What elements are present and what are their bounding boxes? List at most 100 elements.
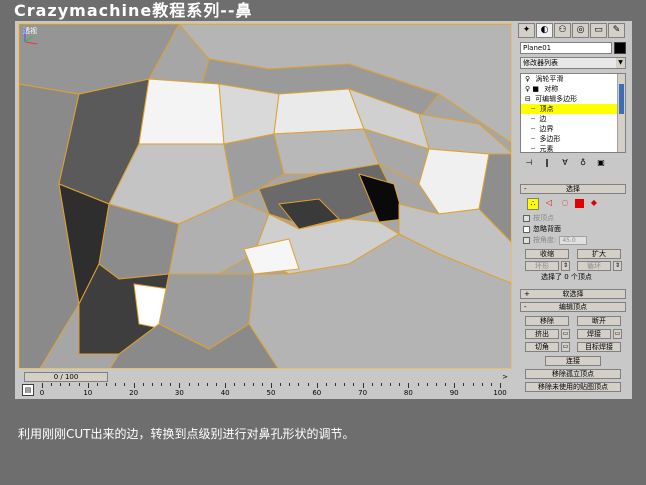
track-bar[interactable]: ▤ 0 10 20 30 40 50 60 70 80 90 100	[18, 383, 512, 399]
modifier-list-dropdown[interactable]: 修改器列表 ▼	[520, 57, 626, 69]
stack-item-polygon[interactable]: ┈ 多边形	[521, 134, 625, 144]
polygon-level-icon[interactable]	[575, 199, 584, 208]
break-button[interactable]: 断开	[577, 316, 621, 326]
pin-stack-icon[interactable]: ⊣	[523, 157, 535, 168]
stack-scrollbar-thumb[interactable]	[619, 84, 624, 114]
timeline-minor-tick	[298, 383, 300, 386]
rollout-title: 编辑顶点	[559, 303, 587, 311]
create-tab-icon[interactable]: ✦	[518, 23, 535, 38]
border-level-icon[interactable]: ◌	[559, 198, 571, 210]
timeline-minor-tick	[225, 383, 227, 386]
angle-spinner-field[interactable]: 45.0	[559, 236, 588, 245]
show-end-result-icon[interactable]: ‖	[541, 157, 553, 168]
display-tab-icon[interactable]: ▭	[590, 23, 607, 38]
selection-rollout-header[interactable]: - 选择	[520, 184, 626, 194]
trackbar-menu-icon[interactable]: ▤	[22, 384, 34, 396]
by-vertex-option[interactable]: 按顶点	[523, 214, 554, 223]
weld-button[interactable]: 焊接	[577, 329, 611, 339]
chamfer-settings-icon[interactable]: ▭	[561, 342, 570, 352]
stack-item-border[interactable]: ┈ 边界	[521, 124, 625, 134]
weld-settings-icon[interactable]: ▭	[613, 329, 622, 339]
modifier-list-label: 修改器列表	[523, 59, 558, 67]
expand-icon: +	[524, 290, 530, 298]
utilities-tab-icon[interactable]: ✎	[608, 23, 625, 38]
timeline-tick-label: 80	[403, 389, 413, 397]
object-color-swatch[interactable]	[614, 42, 626, 54]
timeline-minor-tick	[133, 383, 135, 386]
ring-button[interactable]: 环形	[525, 261, 559, 271]
by-angle-option[interactable]: 按角度: 45.0	[523, 236, 588, 245]
ignore-backfacing-label: 忽略背面	[533, 225, 561, 233]
extrude-button[interactable]: 挤出	[525, 329, 559, 339]
configure-sets-icon[interactable]: ▣	[595, 157, 607, 168]
soft-selection-rollout-header[interactable]: + 软选择	[520, 289, 626, 299]
timeline-minor-tick	[380, 383, 382, 386]
time-next-arrow[interactable]: >	[500, 372, 510, 382]
make-unique-icon[interactable]: ∀	[559, 157, 571, 168]
edit-vertices-rollout-header[interactable]: - 编辑顶点	[520, 302, 626, 312]
stack-item-element[interactable]: ┈ 元素	[521, 144, 625, 152]
edge-level-icon[interactable]: ◁	[543, 198, 555, 210]
stack-item-edge[interactable]: ┈ 边	[521, 114, 625, 124]
stack-item-turbosmooth[interactable]: ♀ 涡轮平滑	[521, 74, 625, 84]
stack-item-vertex[interactable]: ┈ 顶点	[521, 104, 625, 114]
modifier-stack[interactable]: ♀ 涡轮平滑 ♀ ■ 对称 ⊟ 可编辑多边形 ┈ 顶点 ┈ 边 ┈ 边界 ┈ 多…	[520, 73, 626, 153]
ring-spinner-icon[interactable]: ⇕	[561, 261, 570, 271]
remove-unused-map-verts-button[interactable]: 移除未使用的贴图顶点	[525, 382, 621, 392]
perspective-viewport[interactable]: 透视	[18, 23, 512, 369]
loop-button[interactable]: 循环	[577, 261, 611, 271]
timeline-minor-tick	[390, 383, 392, 386]
loop-spinner-icon[interactable]: ⇕	[613, 261, 622, 271]
tutorial-caption: 利用刚刚CUT出来的边，转换到点级别进行对鼻孔形状的调节。	[18, 427, 355, 441]
tree-line-icon: ┈	[531, 105, 536, 113]
extrude-settings-icon[interactable]: ▭	[561, 329, 570, 339]
timeline-tick-label: 100	[493, 389, 507, 397]
timeline-minor-tick	[408, 383, 410, 386]
timeline-minor-tick	[289, 383, 291, 386]
timeline-minor-tick	[216, 383, 218, 386]
vertex-level-icon[interactable]: ∴	[527, 198, 539, 210]
timeline-minor-tick	[234, 383, 236, 386]
timeline-minor-tick	[325, 383, 327, 386]
remove-button[interactable]: 移除	[525, 316, 569, 326]
by-vertex-checkbox[interactable]	[523, 215, 530, 222]
stack-item-symmetry[interactable]: ♀ ■ 对称	[521, 84, 625, 94]
ignore-backfacing-checkbox[interactable]	[523, 226, 530, 233]
shrink-button[interactable]: 收缩	[525, 249, 569, 259]
remove-modifier-icon[interactable]: ♁	[577, 157, 589, 168]
target-weld-button[interactable]: 目标焊接	[577, 342, 621, 352]
grow-button[interactable]: 扩大	[577, 249, 621, 259]
timeline-minor-tick	[197, 383, 199, 386]
lightbulb-icon[interactable]: ♀	[525, 75, 530, 83]
timeline-minor-tick	[335, 383, 337, 386]
stack-item-editable-poly[interactable]: ⊟ 可编辑多边形	[521, 94, 625, 104]
remove-isolated-vertices-button[interactable]: 移除孤立顶点	[525, 369, 621, 379]
hierarchy-tab-icon[interactable]: ⚇	[554, 23, 571, 38]
element-level-icon[interactable]: ◆	[588, 198, 600, 210]
timeline-minor-tick	[60, 383, 62, 386]
timeline-minor-tick	[371, 383, 373, 386]
by-angle-label: 按角度:	[533, 236, 557, 244]
motion-tab-icon[interactable]: ◎	[572, 23, 589, 38]
timeline-minor-tick	[280, 383, 282, 386]
time-slider-thumb[interactable]: 0 / 100	[24, 372, 108, 382]
stack-scrollbar[interactable]	[617, 74, 625, 152]
timeline-minor-tick	[252, 383, 254, 386]
object-name-field[interactable]: Plane01	[520, 42, 612, 54]
timeline-minor-tick	[454, 383, 456, 386]
time-slider[interactable]: 0 / 100 >	[18, 371, 512, 383]
modify-tab-icon[interactable]: ◐	[536, 23, 553, 38]
timeline-tick-label: 20	[129, 389, 139, 397]
chamfer-button[interactable]: 切角	[525, 342, 559, 352]
timeline-tick-label: 30	[174, 389, 184, 397]
ignore-backfacing-option[interactable]: 忽略背面	[523, 225, 561, 234]
collapse-icon[interactable]: ⊟	[525, 95, 531, 103]
connect-button[interactable]: 连接	[545, 356, 601, 366]
chevron-down-icon[interactable]: ▼	[616, 58, 625, 68]
mesh-render	[19, 24, 511, 368]
subobject-level-icons: ∴ ◁ ◌ ◆	[527, 198, 600, 210]
3dsmax-window: 透视 0 / 100 > ▤ 0 10 20 30 40 50 60 70 80 90 100 ✦ …	[15, 21, 632, 399]
lightbulb-icon[interactable]: ♀ ■	[525, 85, 539, 93]
by-angle-checkbox[interactable]	[523, 237, 530, 244]
timeline-minor-tick	[106, 383, 108, 386]
